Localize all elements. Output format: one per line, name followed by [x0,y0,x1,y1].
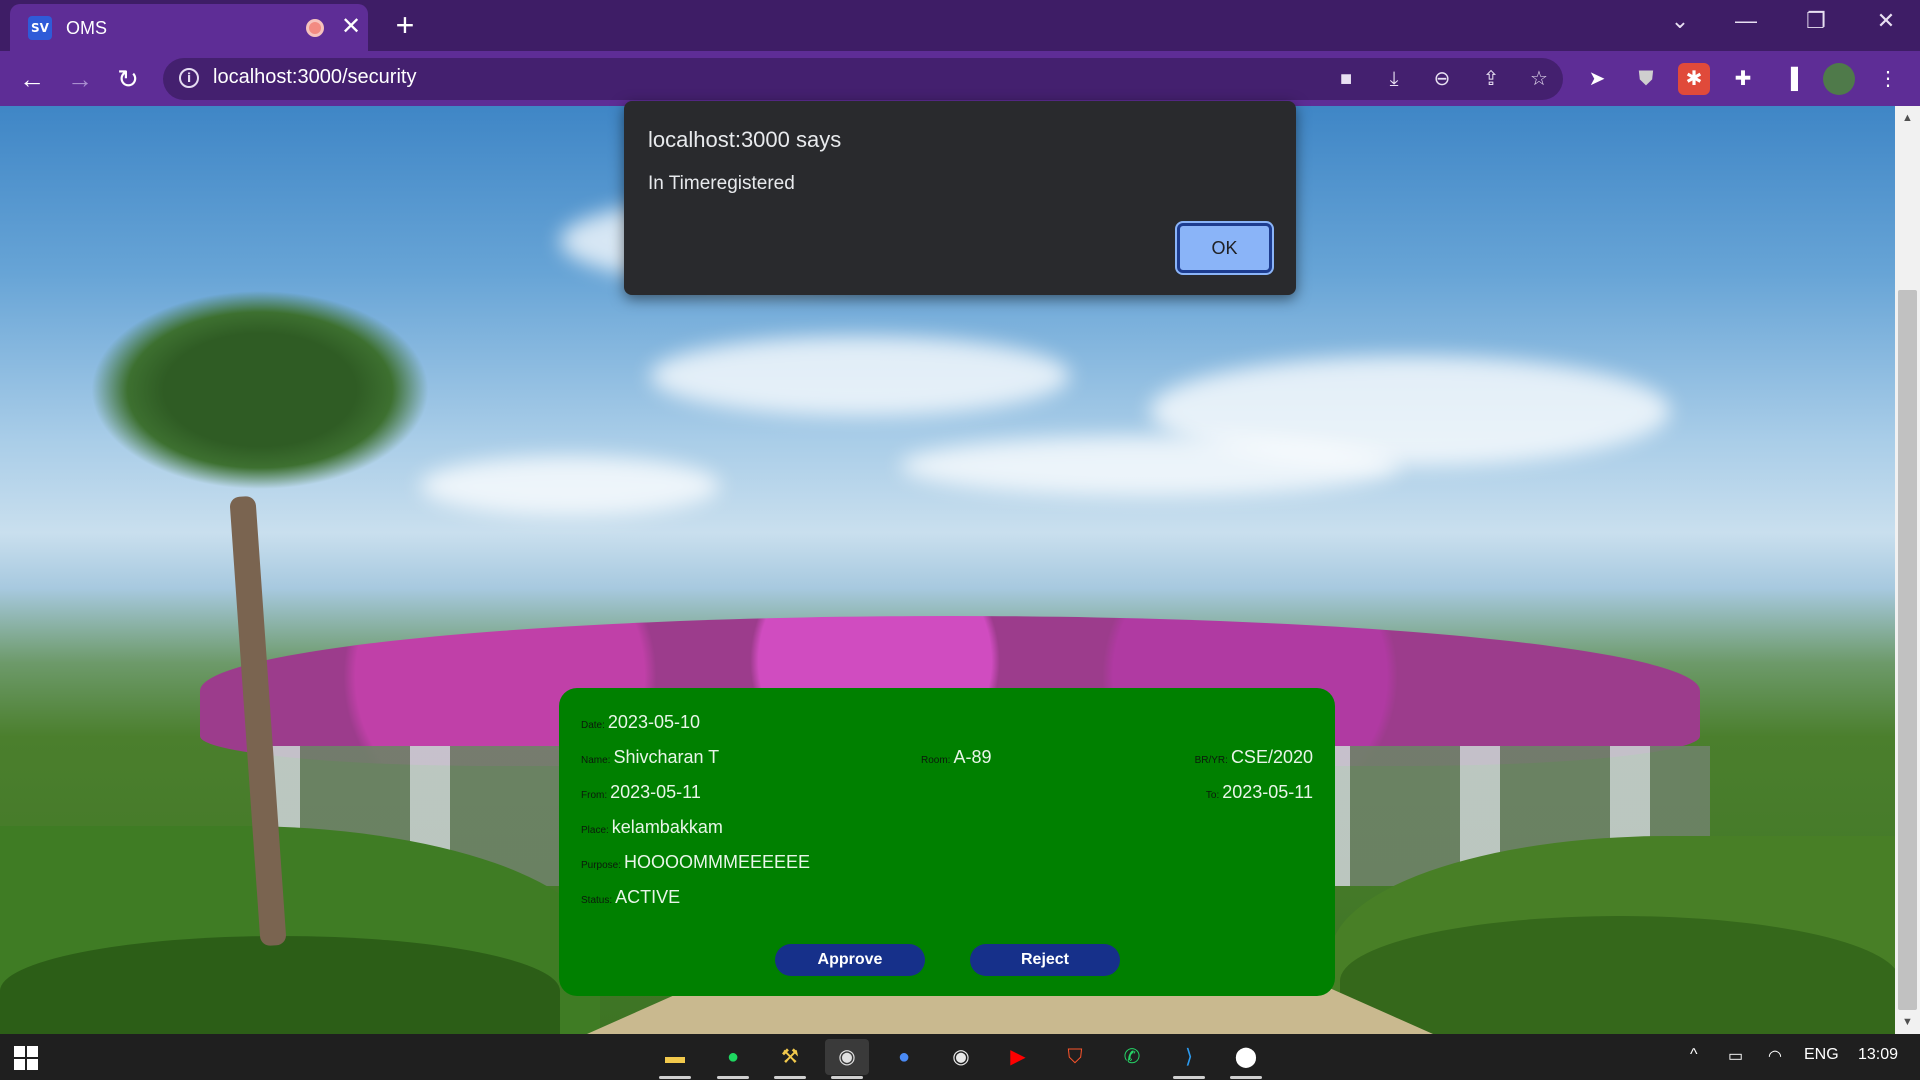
scroll-down-icon[interactable]: ▼ [1895,1012,1920,1032]
date-label: Date: [581,720,605,731]
close-window-button[interactable]: ✕ [1866,6,1906,36]
alert-dialog: localhost:3000 says In Timeregistered OK [624,101,1296,295]
from-label: From: [581,790,608,801]
whatsapp-icon[interactable]: ✆ [1110,1039,1154,1075]
status-field: Status: ACTIVE [581,887,680,908]
ok-button[interactable]: OK [1177,223,1272,273]
reload-icon[interactable]: ↻ [110,61,146,97]
outpass-request-card: Date: 2023-05-10 Name: Shivcharan T Room: A… [559,688,1335,996]
branch-year-value: CSE/2020 [1230,747,1313,767]
name-label: Name: [581,755,611,766]
vscode-icon[interactable]: ⟩ [1167,1039,1211,1079]
status-value: ACTIVE [615,887,681,907]
browser-tab[interactable]: SV OMS ✕ [10,4,368,51]
to-label: To: [1205,790,1220,801]
status-label: Status: [581,895,613,906]
spotify-web-icon[interactable]: ● [882,1039,926,1075]
place-field: Place: kelambakkam [581,817,723,838]
purpose-label: Purpose: [581,860,622,871]
room-field: Room: A-89 [921,747,991,768]
tab-close-icon[interactable]: ✕ [337,13,365,41]
room-label: Room: [921,755,951,766]
camera-icon[interactable]: ■ [1331,64,1361,94]
date-value: 2023-05-10 [607,712,700,732]
forward-icon[interactable]: → [62,61,98,97]
name-value: Shivcharan T [613,747,720,767]
dialog-message: In Timeregistered [648,173,795,194]
info-icon[interactable]: i [179,68,199,88]
youtube-icon[interactable]: ▶ [996,1039,1040,1075]
from-field: From: 2023-05-11 [581,782,701,803]
dialog-title: localhost:3000 says [648,127,842,152]
install-icon[interactable]: ⤓ [1379,64,1409,94]
app-icon-2[interactable]: ⬤ [1224,1039,1268,1079]
tab-search-icon[interactable]: ⌄ [1660,6,1700,36]
new-tab-button[interactable]: + [390,8,420,42]
from-value: 2023-05-11 [610,782,701,802]
room-value: A-89 [953,747,992,767]
to-field: To: 2023-05-11 [1206,782,1313,803]
name-field: Name: Shivcharan T [581,747,719,768]
windows-start-icon[interactable] [14,1046,38,1070]
file-explorer-icon[interactable]: ▬ [653,1039,697,1079]
date-field: Date: 2023-05-10 [581,712,700,733]
sidepanel-icon[interactable]: ▐ [1775,63,1807,95]
purpose-value: HOOOOMMMEEEEEE [624,852,811,872]
cursor-extension-icon[interactable]: ➤ [1581,63,1613,95]
tray-chevron-icon[interactable]: ^ [1690,1046,1698,1064]
tab-favicon-icon: SV [28,16,52,40]
battery-icon[interactable]: ▭ [1728,1046,1743,1066]
share-icon[interactable]: ⇪ [1476,64,1506,94]
clock[interactable]: 13:09 [1858,1046,1898,1064]
approve-button[interactable]: Approve [775,944,925,976]
place-label: Place: [581,825,609,836]
branch-year-field: BR/YR: CSE/2020 [1195,747,1313,768]
wifi-icon[interactable]: ◠ [1768,1046,1782,1066]
to-value: 2023-05-11 [1222,782,1313,802]
spotify-icon[interactable]: ● [711,1039,755,1079]
windows-taskbar: ▬ ● ⚒ ◉ ● ◉ ▶ ⛉ ✆ ⟩ ⬤ ^ ▭ ◠ ENG 13:09 [0,1034,1920,1080]
reject-button[interactable]: Reject [970,944,1120,976]
profile-avatar[interactable] [1823,63,1855,95]
app-icon[interactable]: ⚒ [768,1039,812,1079]
zoom-out-icon[interactable]: ⊖ [1427,64,1457,94]
purpose-field: Purpose: HOOOOMMMEEEEEE [581,852,810,873]
address-bar-url[interactable]: localhost:3000/security [213,66,416,89]
chrome-icon-2[interactable]: ◉ [939,1039,983,1075]
puzzle-icon[interactable]: ✚ [1727,63,1759,95]
language-indicator[interactable]: ENG [1804,1046,1839,1064]
scroll-up-icon[interactable]: ▲ [1895,108,1920,128]
scrollbar-thumb[interactable] [1898,290,1917,1010]
ublock-icon[interactable]: ⛊ [1630,63,1662,95]
restore-button[interactable]: ❐ [1796,6,1836,36]
chrome-icon[interactable]: ◉ [825,1039,869,1079]
back-icon[interactable]: ← [14,61,50,97]
tab-title: OMS [66,18,108,38]
minimize-button[interactable]: — [1726,6,1766,36]
recording-indicator-icon [306,19,324,37]
place-value: kelambakkam [611,817,723,837]
branch-year-label: BR/YR: [1194,755,1228,766]
star-icon[interactable]: ☆ [1524,64,1554,94]
brave-icon[interactable]: ⛉ [1053,1039,1097,1075]
more-menu-icon[interactable]: ⋮ [1872,63,1904,95]
extension-red-icon[interactable]: ✱ [1678,63,1710,95]
